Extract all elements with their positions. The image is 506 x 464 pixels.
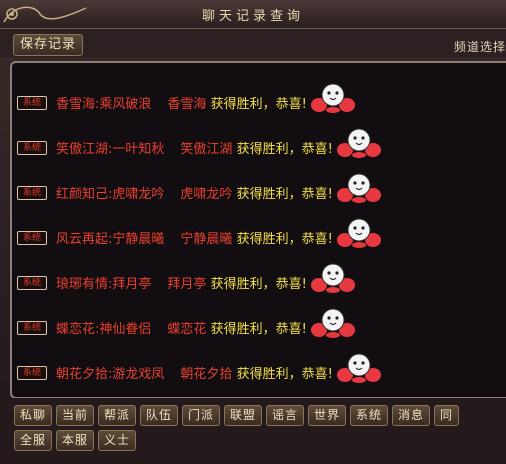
chat-message: 系统 红颜知己:虎啸龙吟 虎啸龙吟 获得胜利，恭喜! (12, 173, 506, 207)
channel-button[interactable]: 义士 (98, 430, 137, 451)
victory-text: 获得胜利，恭喜! (236, 232, 333, 247)
player-name-repeat[interactable]: 宁静晨曦 (180, 232, 232, 247)
system-tag: 系统 (17, 366, 47, 380)
celebration-emoji-icon (311, 81, 355, 113)
message-text: 笑傲江湖:一叶知秋 笑傲江湖 获得胜利，恭喜! (56, 142, 333, 157)
player-name[interactable]: 红颜知己 (56, 187, 108, 202)
chat-message: 系统 风云再起:宁静晨曦 宁静晨曦 获得胜利，恭喜! (12, 218, 506, 252)
chat-message: 系统 朝花夕拾:游龙戏凤 朝花夕拾 获得胜利，恭喜! (12, 353, 506, 387)
victory-text: 获得胜利，恭喜! (210, 97, 307, 112)
window-title: 聊天记录查询 (201, 9, 304, 24)
celebration-emoji-icon (337, 126, 381, 158)
player-name-repeat[interactable]: 朝花夕拾 (180, 367, 232, 382)
player-name[interactable]: 香雪海 (56, 97, 95, 112)
victory-text: 获得胜利，恭喜! (236, 367, 333, 382)
player-name-repeat[interactable]: 拜月亭 (167, 277, 206, 292)
channel-button[interactable]: 消息 (392, 405, 431, 426)
system-tag: 系统 (17, 141, 47, 155)
channel-button[interactable]: 同 (434, 405, 460, 426)
player-name-repeat[interactable]: 虎啸龙吟 (180, 187, 232, 202)
message-text: 香雪海:乘风破浪 香雪海 获得胜利，恭喜! (56, 97, 307, 112)
player-name-repeat[interactable]: 笑傲江湖 (180, 142, 232, 157)
channel-button[interactable]: 全服 (14, 430, 53, 451)
channel-button[interactable]: 当前 (56, 405, 95, 426)
channel-button[interactable]: 联盟 (224, 405, 263, 426)
celebration-emoji-icon (337, 216, 381, 248)
victory-text: 获得胜利，恭喜! (210, 322, 307, 337)
system-tag: 系统 (17, 186, 47, 200)
chat-message: 系统 香雪海:乘风破浪 香雪海 获得胜利，恭喜! (12, 83, 506, 117)
player-name[interactable]: 蝶恋花 (56, 322, 95, 337)
chat-message: 系统 蝶恋花:神仙眷侣 蝶恋花 获得胜利，恭喜! (12, 308, 506, 342)
system-tag: 系统 (17, 276, 47, 290)
partner-name[interactable]: 宁静晨曦 (112, 232, 164, 247)
channel-button[interactable]: 私聊 (14, 405, 53, 426)
chat-log[interactable]: 系统 香雪海:乘风破浪 香雪海 获得胜利，恭喜! 系统 笑傲江湖:一叶知秋 笑傲江湖… (10, 61, 506, 399)
player-name[interactable]: 笑傲江湖 (56, 142, 108, 157)
player-name-repeat[interactable]: 蝶恋花 (167, 322, 206, 337)
celebration-emoji-icon (311, 306, 355, 338)
system-tag: 系统 (17, 321, 47, 335)
partner-name[interactable]: 一叶知秋 (112, 142, 164, 157)
system-tag: 系统 (17, 96, 47, 110)
channel-button[interactable]: 帮派 (98, 405, 137, 426)
celebration-emoji-icon (337, 351, 381, 383)
chat-message: 系统 琅琊有情:拜月亭 拜月亭 获得胜利，恭喜! (12, 263, 506, 297)
celebration-emoji-icon (337, 171, 381, 203)
save-record-button[interactable]: 保存记录 (13, 34, 84, 56)
partner-name[interactable]: 神仙眷侣 (99, 322, 151, 337)
title-bar[interactable]: 聊天记录查询 (0, 0, 506, 29)
message-text: 琅琊有情:拜月亭 拜月亭 获得胜利，恭喜! (56, 277, 307, 292)
channel-bar: 私聊 当前 帮派 队伍 门派 联盟 谣言 世界 系统 消息同全服 本服 义士 (0, 398, 506, 464)
channel-select-label[interactable]: 频道选择 (454, 38, 506, 55)
celebration-emoji-icon (311, 261, 355, 293)
partner-name[interactable]: 游龙戏凤 (112, 367, 164, 382)
chat-message: 系统 笑傲江湖:一叶知秋 笑傲江湖 获得胜利，恭喜! (12, 128, 506, 162)
player-name[interactable]: 风云再起 (56, 232, 108, 247)
victory-text: 获得胜利，恭喜! (210, 277, 307, 292)
channel-button[interactable]: 世界 (308, 405, 347, 426)
partner-name[interactable]: 乘风破浪 (99, 97, 151, 112)
system-tag: 系统 (17, 231, 47, 245)
channel-button[interactable]: 队伍 (140, 405, 179, 426)
channel-button[interactable]: 系统 (350, 405, 389, 426)
message-text: 朝花夕拾:游龙戏凤 朝花夕拾 获得胜利，恭喜! (56, 367, 333, 382)
victory-text: 获得胜利，恭喜! (236, 187, 333, 202)
player-name[interactable]: 琅琊有情 (56, 277, 108, 292)
player-name-repeat[interactable]: 香雪海 (167, 97, 206, 112)
message-text: 红颜知己:虎啸龙吟 虎啸龙吟 获得胜利，恭喜! (56, 187, 333, 202)
channel-button[interactable]: 谣言 (266, 405, 305, 426)
partner-name[interactable]: 虎啸龙吟 (112, 187, 164, 202)
message-text: 风云再起:宁静晨曦 宁静晨曦 获得胜利，恭喜! (56, 232, 333, 247)
partner-name[interactable]: 拜月亭 (112, 277, 151, 292)
player-name[interactable]: 朝花夕拾 (56, 367, 108, 382)
channel-button[interactable]: 本服 (56, 430, 95, 451)
channel-button[interactable]: 门派 (182, 405, 221, 426)
victory-text: 获得胜利，恭喜! (236, 142, 333, 157)
message-text: 蝶恋花:神仙眷侣 蝶恋花 获得胜利，恭喜! (56, 322, 307, 337)
chat-history-window: 聊天记录查询 保存记录 频道选择 系统 香雪海:乘风破浪 香雪海 获得胜利，恭喜!… (0, 0, 506, 464)
